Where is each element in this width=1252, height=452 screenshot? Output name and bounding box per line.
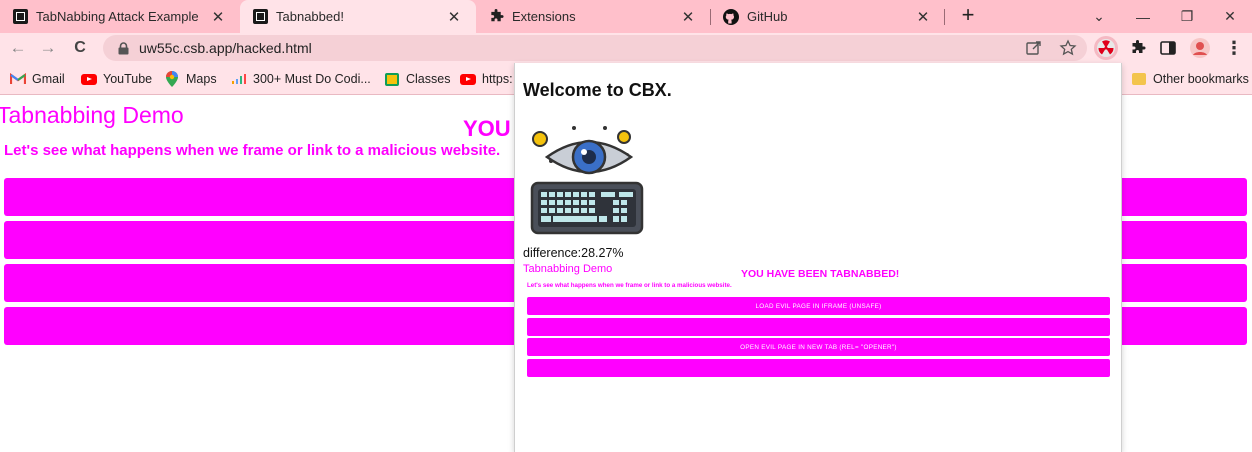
new-tab-button[interactable]: + (956, 4, 980, 28)
youtube-icon (81, 72, 97, 86)
preview-warning: YOU HAVE BEEN TABNABBED! (741, 268, 900, 280)
bookmark-label: https: (482, 72, 513, 86)
star-icon[interactable] (1059, 39, 1077, 62)
reload-button[interactable]: C (68, 36, 92, 60)
share-icon[interactable] (1025, 39, 1043, 62)
preview-load-iframe-button: LOAD EVIL PAGE IN IFRAME (UNSAFE) (527, 297, 1110, 315)
tab-extensions[interactable]: Extensions ✕ (476, 0, 710, 33)
tab-github[interactable]: GitHub ✕ (711, 0, 945, 33)
page-subtitle: Let's see what happens when we frame or … (4, 142, 501, 159)
bookmark-https[interactable]: https: (460, 69, 513, 89)
maps-icon (164, 71, 180, 87)
minimize-button[interactable]: — (1121, 0, 1165, 33)
square-logo-icon (12, 9, 28, 25)
bookmark-coding-questions[interactable]: 300+ Must Do Codi... (231, 69, 371, 89)
other-bookmarks[interactable]: Other bookmarks (1131, 69, 1249, 89)
tab-title: TabNabbing Attack Example (36, 9, 199, 24)
extension-popup: Welcome to CBX. difference:28.27% Tabnab… (514, 63, 1122, 452)
tab-search-button[interactable]: ⌄ (1077, 0, 1121, 33)
bookmark-label: Maps (186, 72, 217, 86)
profile-avatar[interactable] (1188, 36, 1212, 60)
tab-title: GitHub (747, 9, 788, 24)
close-icon[interactable]: ✕ (444, 8, 464, 26)
restore-button[interactable]: ❐ (1165, 0, 1209, 33)
preview-button-4 (527, 359, 1110, 377)
eye-keyboard-icon (527, 123, 647, 237)
other-bookmarks-label: Other bookmarks (1153, 72, 1249, 86)
url-text: uw55c.csb.app/hacked.html (139, 40, 312, 56)
bookmark-label: YouTube (103, 72, 153, 86)
close-window-button[interactable]: ✕ (1208, 0, 1252, 33)
close-icon[interactable]: ✕ (678, 8, 698, 26)
close-icon[interactable]: ✕ (208, 8, 228, 26)
bookmark-maps[interactable]: Maps (164, 69, 217, 89)
preview-button-2 (527, 318, 1110, 336)
tab-tabnabbed[interactable]: Tabnabbed! ✕ (240, 0, 476, 33)
side-panel-icon[interactable] (1156, 36, 1180, 60)
tabnabbed-warning: YOU (463, 116, 511, 141)
radiation-extension-icon[interactable] (1094, 36, 1118, 60)
bookmark-youtube[interactable]: YouTube (81, 69, 152, 89)
folder-icon (1131, 72, 1147, 86)
bookmark-label: Classes (406, 72, 451, 86)
browser-toolbar: ← → C uw55c.csb.app/hacked.html ⋮ (0, 33, 1252, 63)
bookmark-label: 300+ Must Do Codi... (253, 72, 371, 86)
back-button[interactable]: ← (6, 36, 30, 60)
codi-icon (231, 72, 247, 86)
github-icon (723, 8, 739, 25)
tab-strip: TabNabbing Attack Example ✕ Tabnabbed! ✕… (0, 0, 1252, 33)
tab-separator (944, 9, 945, 25)
tab-title: Extensions (512, 9, 576, 24)
square-logo-icon (252, 9, 268, 25)
popup-heading: Welcome to CBX. (523, 80, 672, 100)
forward-button[interactable]: → (36, 36, 60, 60)
preview-title: Tabnabbing Demo (523, 263, 613, 275)
gmail-icon (10, 72, 26, 86)
youtube-icon (460, 72, 476, 86)
close-icon[interactable]: ✕ (913, 8, 933, 26)
difference-readout: difference:28.27% (523, 246, 624, 260)
tab-title: Tabnabbed! (276, 9, 344, 24)
preview-subtitle: Let's see what happens when we frame or … (527, 282, 732, 289)
lock-icon (115, 41, 131, 55)
extensions-puzzle-icon[interactable] (1126, 36, 1150, 60)
address-bar[interactable]: uw55c.csb.app/hacked.html (103, 35, 1087, 61)
puzzle-icon (488, 9, 504, 25)
bookmark-gmail[interactable]: Gmail (10, 69, 65, 89)
browser-menu-button[interactable]: ⋮ (1222, 36, 1246, 60)
tab-tabnabbing-example[interactable]: TabNabbing Attack Example ✕ (0, 0, 240, 33)
classes-icon (384, 72, 400, 86)
bookmark-label: Gmail (32, 72, 65, 86)
page-title: Tabnabbing Demo (0, 102, 184, 128)
preview-open-new-tab-button: OPEN EVIL PAGE IN NEW TAB (REL= "OPENER"… (527, 338, 1110, 356)
bookmark-classes[interactable]: Classes (384, 69, 450, 89)
